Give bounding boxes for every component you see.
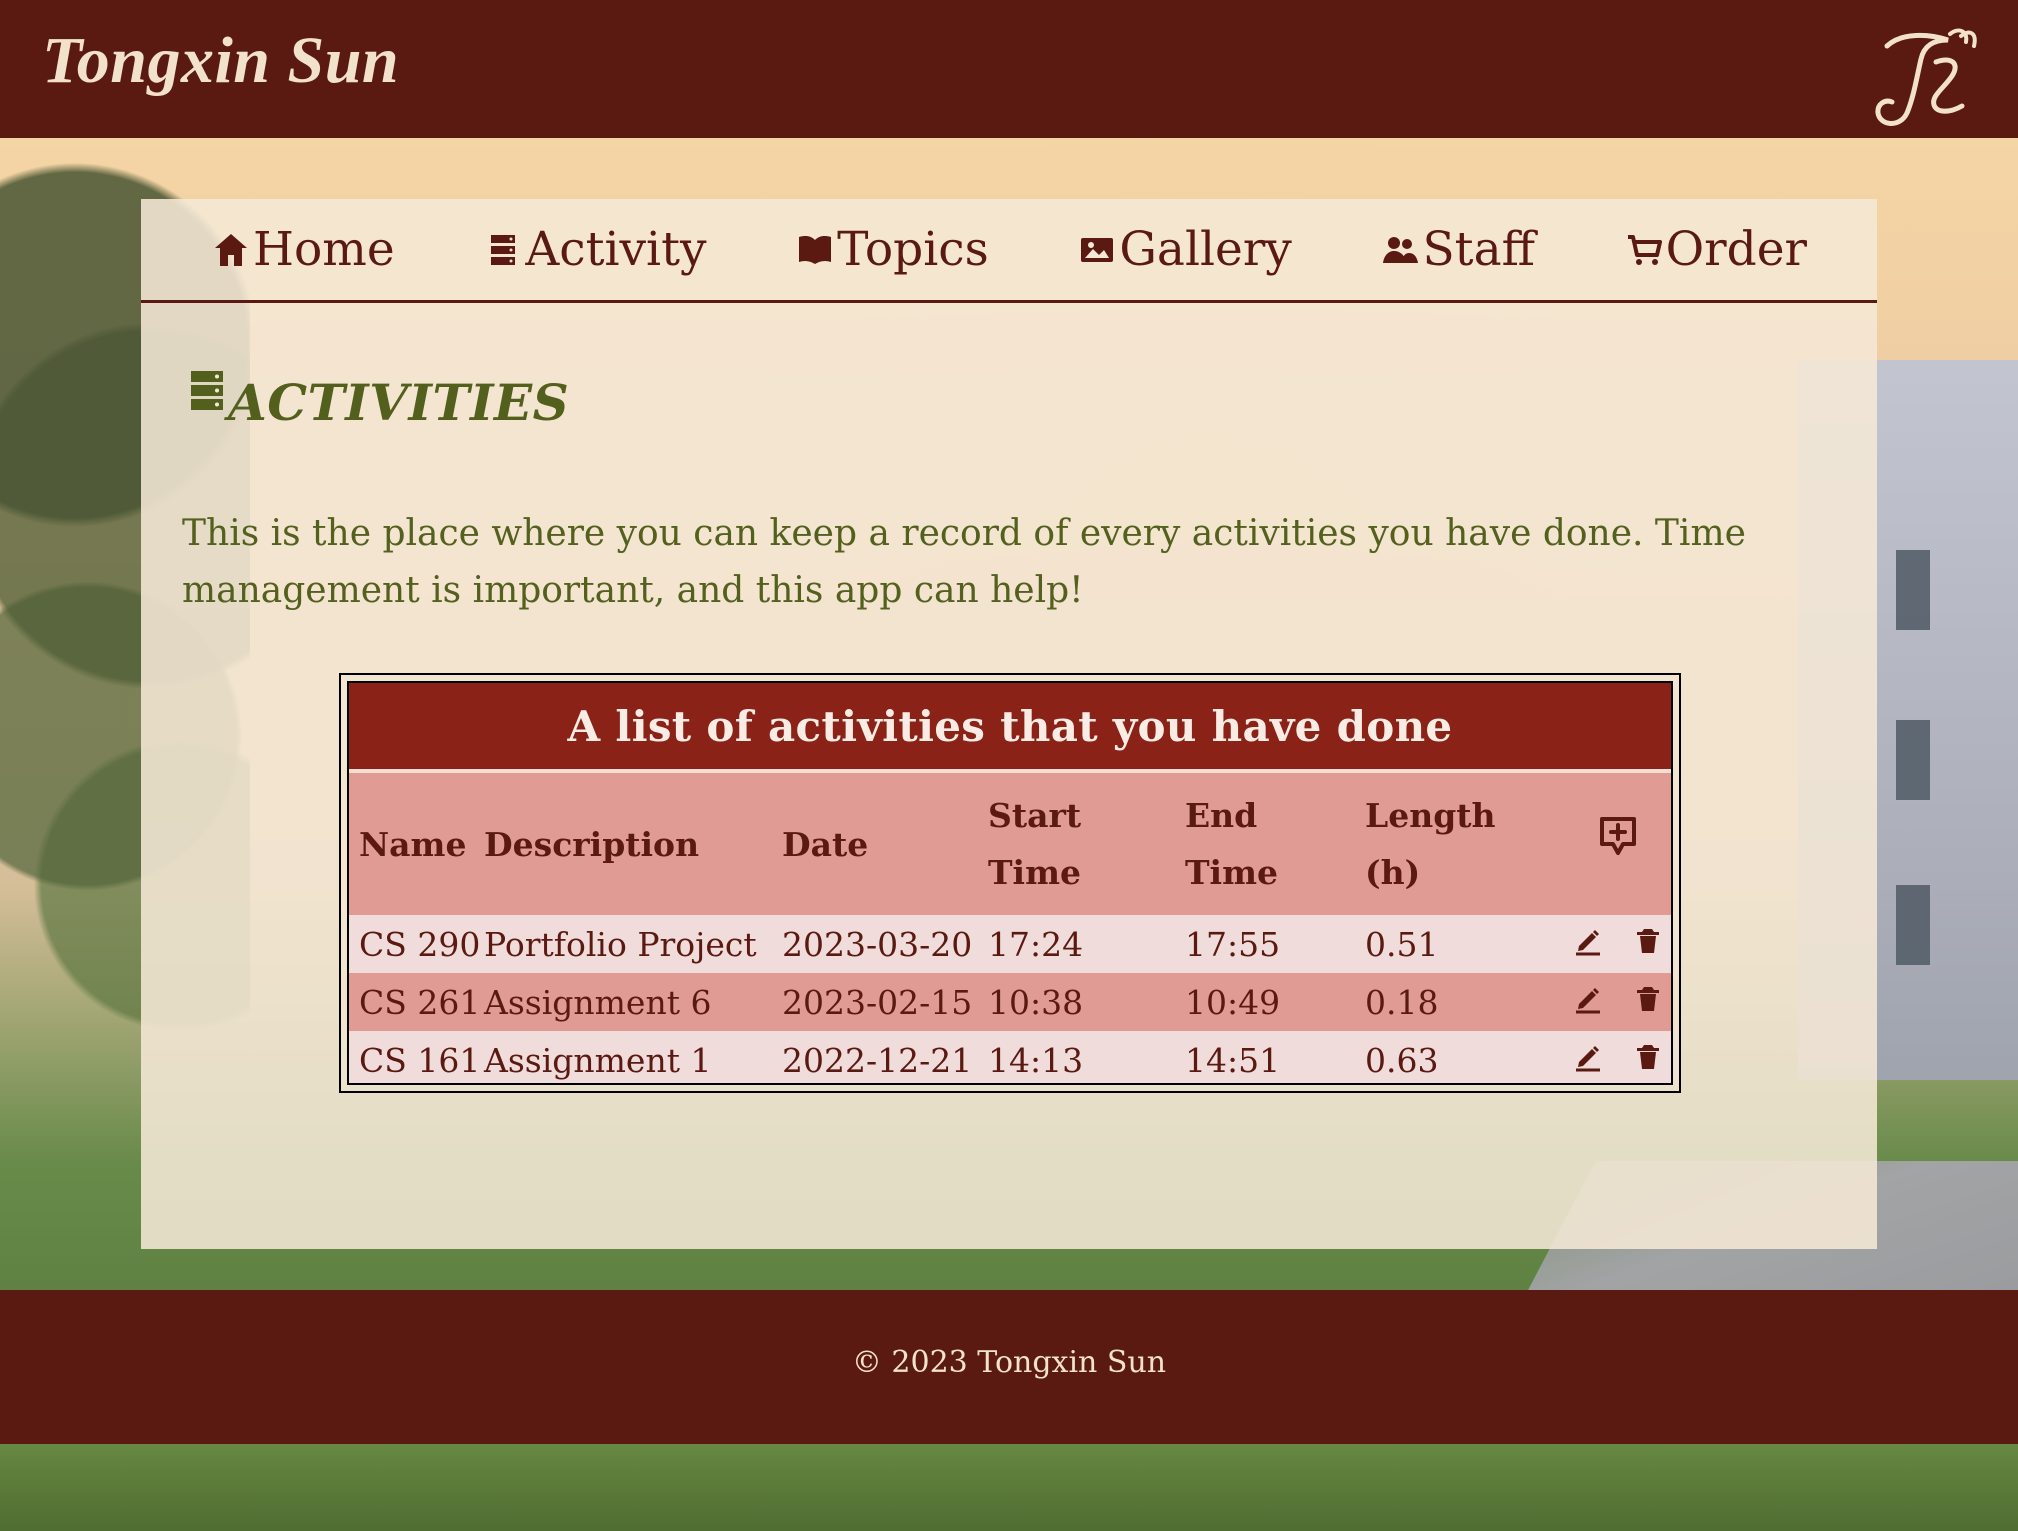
image-icon: [1077, 230, 1117, 270]
trash-icon[interactable]: [1632, 982, 1664, 1014]
column-header-add: [1545, 773, 1671, 915]
activity-name: CS 290: [359, 924, 481, 964]
nav-order[interactable]: Order: [1624, 226, 1807, 273]
nav-staff-label: Staff: [1422, 222, 1535, 277]
activity-description: Assignment 1: [484, 1040, 712, 1080]
trash-icon[interactable]: [1632, 1040, 1664, 1072]
table-header-row: Name Description Date Start Time End Tim…: [349, 773, 1671, 915]
page-intro: This is the place where you can keep a r…: [182, 513, 1746, 611]
activity-name: CS 261: [359, 982, 481, 1022]
edit-icon[interactable]: [1572, 924, 1604, 956]
activity-length: 0.51: [1365, 924, 1439, 964]
row-action-group: [1572, 924, 1664, 956]
activity-table-container: A list of activities that you have done …: [347, 681, 1673, 1085]
background-grass: [0, 1439, 2018, 1531]
activity-date: 2022-12-21: [782, 1040, 973, 1080]
row-actions: [1545, 1031, 1671, 1083]
nav-topics[interactable]: Topics: [795, 226, 989, 273]
column-header-date: Date: [782, 824, 869, 864]
nav-gallery-label: Gallery: [1119, 222, 1292, 277]
activity-length: 0.18: [1365, 982, 1439, 1022]
row-action-group: [1572, 982, 1664, 1014]
activity-start-time: 14:13: [988, 1040, 1084, 1080]
nav-gallery[interactable]: Gallery: [1077, 222, 1292, 277]
table-row: CS 161 Assignment 1 2022-12-21 14:13 14:…: [349, 1031, 1671, 1083]
activity-description: Portfolio Project: [484, 924, 757, 964]
background-window: [1896, 550, 1930, 630]
row-actions: [1545, 915, 1671, 973]
nav-topics-label: Topics: [837, 222, 989, 277]
column-header-end-time: End Time: [1185, 796, 1279, 892]
row-actions: [1545, 973, 1671, 1031]
activity-end-time: 17:55: [1185, 924, 1281, 964]
activity-length: 0.63: [1365, 1040, 1439, 1080]
edit-icon[interactable]: [1572, 1040, 1604, 1072]
table-caption: A list of activities that you have done: [349, 683, 1671, 773]
users-icon: [1380, 230, 1420, 270]
page-title: ACTIVITIES: [228, 373, 570, 432]
edit-icon[interactable]: [1572, 982, 1604, 1014]
site-header: Tongxin Sun: [0, 0, 2018, 138]
page-heading: ACTIVITIES: [188, 363, 569, 462]
row-action-group: [1572, 1040, 1664, 1072]
table-row: CS 261 Assignment 6 2023-02-15 10:38 10:…: [349, 973, 1671, 1031]
activity-end-time: 10:49: [1185, 982, 1281, 1022]
column-header-length: Length (h): [1365, 796, 1496, 892]
column-header-name: Name: [359, 824, 467, 864]
background-window: [1896, 885, 1930, 965]
activity-date: 2023-02-15: [782, 982, 973, 1022]
cart-icon: [1624, 230, 1664, 270]
background-window: [1896, 720, 1930, 800]
trash-icon[interactable]: [1632, 924, 1664, 956]
column-header-description: Description: [484, 824, 700, 864]
column-header-start-time: Start Time: [988, 796, 1082, 892]
nav-staff[interactable]: Staff: [1380, 226, 1535, 273]
activity-date: 2023-03-20: [782, 924, 973, 964]
book-open-icon: [795, 230, 835, 270]
copyright-text: © 2023 Tongxin Sun: [851, 1345, 1167, 1380]
table-row: CS 290 Portfolio Project 2023-03-20 17:2…: [349, 915, 1671, 973]
nav-activity[interactable]: Activity: [483, 222, 707, 277]
site-footer: © 2023 Tongxin Sun: [0, 1290, 2018, 1444]
activity-page-panel: Home Activity Topics Gallery Staff Order…: [141, 199, 1877, 1249]
activity-end-time: 14:51: [1185, 1040, 1281, 1080]
activity-start-time: 17:24: [988, 924, 1084, 964]
activity-name: CS 161: [359, 1040, 481, 1080]
nav-order-label: Order: [1665, 222, 1807, 277]
server-icon: [188, 368, 226, 414]
site-title: Tongxin Sun: [42, 24, 400, 97]
activity-start-time: 10:38: [988, 982, 1084, 1022]
home-icon: [211, 230, 251, 270]
add-comment-icon[interactable]: [1595, 813, 1641, 859]
activity-table: Name Description Date Start Time End Tim…: [349, 773, 1671, 1083]
activity-description: Assignment 6: [484, 982, 712, 1022]
main-navigation: Home Activity Topics Gallery Staff Order: [141, 199, 1877, 303]
server-icon: [483, 230, 523, 270]
nav-home-label: Home: [253, 222, 395, 277]
signature-logo: [1872, 24, 1982, 128]
nav-home[interactable]: Home: [211, 226, 395, 273]
nav-activity-label: Activity: [525, 222, 707, 277]
activity-table-frame: A list of activities that you have done …: [339, 673, 1681, 1093]
